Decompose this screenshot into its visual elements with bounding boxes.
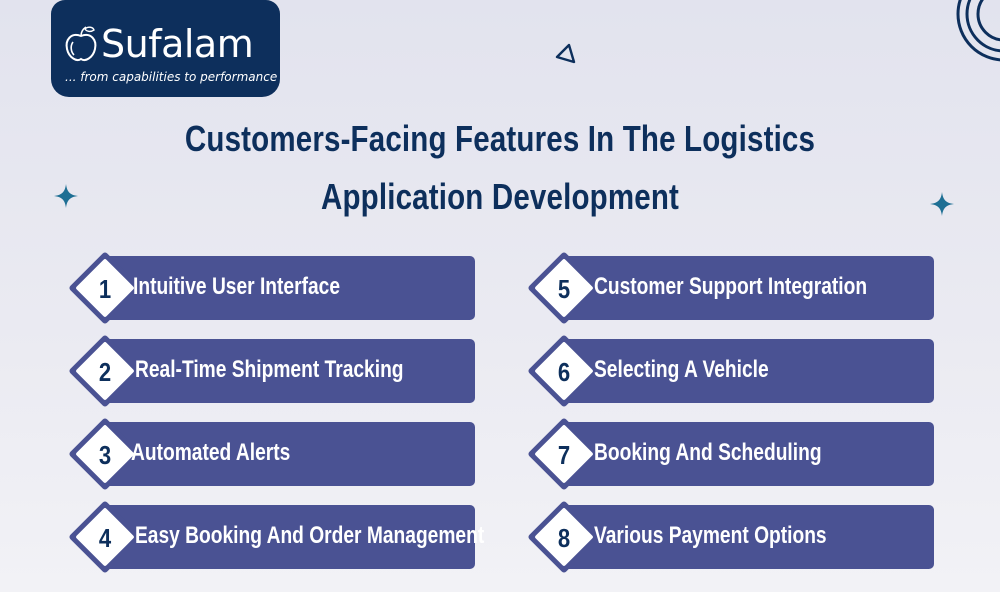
feature-number: 6	[557, 357, 571, 387]
triangle-outline-icon	[555, 43, 576, 64]
feature-card-8: 8 Various Payment Options	[527, 500, 934, 574]
fruit-logo-icon	[65, 26, 97, 61]
feature-label: Various Payment Options	[594, 522, 827, 549]
sparkle-icon-right	[930, 192, 954, 216]
feature-number: 8	[557, 523, 571, 553]
feature-label: Intuitive User Interface	[133, 273, 340, 300]
feature-label: Selecting A Vehicle	[594, 356, 769, 383]
logo-tagline: ... from capabilities to performance	[65, 70, 278, 84]
feature-card-5: 5 Customer Support Integration	[527, 251, 934, 325]
feature-label: Automated Alerts	[131, 439, 291, 466]
feature-card-7: 7 Booking And Scheduling	[527, 417, 934, 491]
feature-card-4: 4 Easy Booking And Order Management	[68, 500, 484, 574]
feature-card-3: 3 Automated Alerts	[68, 417, 475, 491]
feature-number: 3	[98, 440, 112, 470]
concentric-arcs-icon	[956, 0, 1000, 62]
feature-number: 1	[98, 274, 112, 304]
feature-number: 4	[98, 523, 112, 553]
page-title-line-2: Application Development	[320, 176, 680, 217]
feature-number: 2	[98, 357, 112, 387]
brand-logo: Sufalam ... from capabilities to perform…	[51, 0, 280, 97]
feature-number: 7	[557, 440, 571, 470]
feature-card-1: 1 Intuitive User Interface	[68, 251, 475, 325]
feature-label: Customer Support Integration	[594, 273, 868, 300]
feature-card-2: 2 Real-Time Shipment Tracking	[68, 334, 475, 408]
feature-card-6: 6 Selecting A Vehicle	[527, 334, 934, 408]
page-title-line-1: Customers-Facing Features In The Logisti…	[184, 118, 816, 159]
feature-number: 5	[557, 274, 571, 304]
logo-name: Sufalam	[101, 22, 254, 66]
sparkle-icon-left	[54, 184, 78, 208]
feature-label: Real-Time Shipment Tracking	[135, 356, 404, 383]
feature-label: Booking And Scheduling	[594, 439, 822, 466]
feature-label: Easy Booking And Order Management	[135, 522, 485, 549]
